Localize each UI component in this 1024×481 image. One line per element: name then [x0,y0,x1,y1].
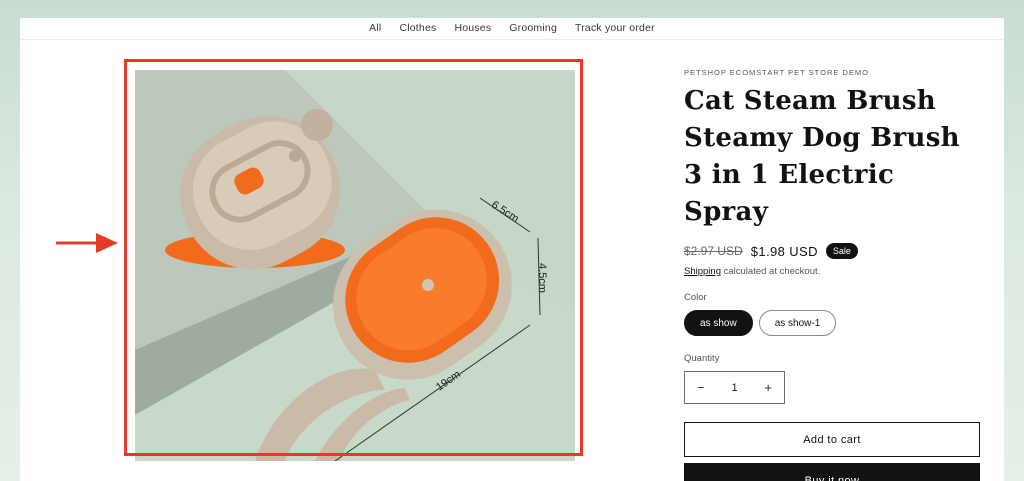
nav-item-clothes[interactable]: Clothes [399,22,436,39]
compare-price: $2.97 USD [684,244,743,258]
shipping-link[interactable]: Shipping [684,266,721,277]
quantity-stepper: − 1 + [684,371,785,404]
color-label: Color [684,292,707,303]
product-vendor: PETSHOP ECOMSTART PET STORE DEMO [684,68,869,77]
product-title: Cat Steam Brush Steamy Dog Brush 3 in 1 … [684,86,960,227]
product-info: PETSHOP ECOMSTART PET STORE DEMO Cat Ste… [684,68,984,481]
quantity-value[interactable]: 1 [731,382,737,394]
highlight-frame [124,59,583,456]
color-option-as-show-1[interactable]: as show-1 [758,310,837,336]
plus-icon[interactable]: + [764,380,772,395]
sale-price: $1.98 USD [750,243,818,259]
shipping-note: Shipping calculated at checkout. [684,266,984,277]
add-to-cart-button[interactable]: Add to cart [684,422,980,457]
nav-item-all[interactable]: All [369,22,381,39]
nav-item-grooming[interactable]: Grooming [509,22,557,39]
pointer-arrow-icon [56,233,118,253]
color-options: as show as show-1 [684,310,984,336]
shipping-text: calculated at checkout. [720,266,821,277]
nav-item-houses[interactable]: Houses [454,22,491,39]
quantity-label: Quantity [684,353,720,364]
sale-badge: Sale [825,243,858,259]
main-nav: All Clothes Houses Grooming Track your o… [20,18,1004,40]
nav-item-track-order[interactable]: Track your order [575,22,655,39]
buy-now-button[interactable]: Buy it now [684,463,980,481]
color-option-as-show[interactable]: as show [684,310,753,336]
price-row: $2.97 USD $1.98 USD Sale [684,243,984,259]
minus-icon[interactable]: − [697,380,705,395]
